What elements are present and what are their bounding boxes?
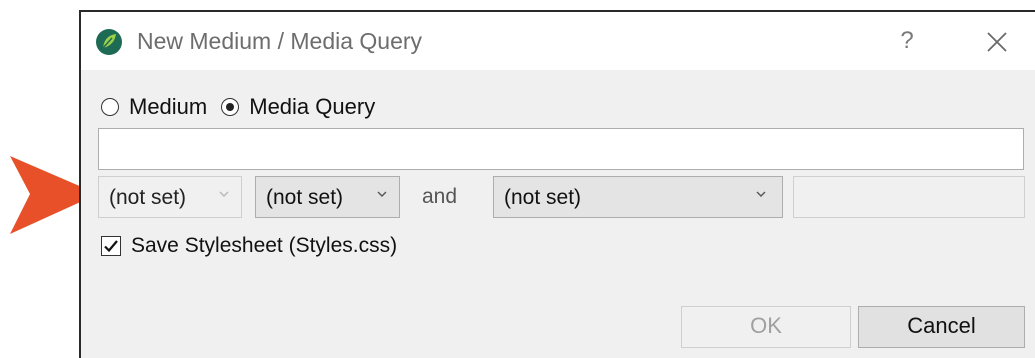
checkmark-icon — [104, 240, 118, 253]
modifier-select-value: (not set) — [109, 186, 187, 209]
mode-radio-group: Medium Media Query — [101, 94, 389, 120]
media-type-select-value: (not set) — [266, 186, 344, 209]
chevron-down-icon — [377, 191, 387, 197]
title-bar: New Medium / Media Query ? — [81, 12, 1035, 70]
media-query-radio-label[interactable]: Media Query — [249, 94, 375, 120]
ok-button[interactable]: OK — [681, 306, 851, 348]
chevron-down-icon — [756, 191, 766, 197]
help-button[interactable]: ? — [893, 24, 921, 58]
save-stylesheet-label[interactable]: Save Stylesheet (Styles.css) — [131, 234, 397, 258]
save-stylesheet-checkbox[interactable] — [101, 236, 121, 256]
medium-radio[interactable] — [101, 98, 119, 116]
close-icon[interactable] — [983, 28, 1011, 56]
dialog-title: New Medium / Media Query — [137, 28, 423, 54]
media-query-radio[interactable] — [221, 98, 240, 116]
modifier-select[interactable]: (not set) — [98, 176, 242, 218]
media-feature-select[interactable]: (not set) — [493, 176, 783, 218]
and-label: and — [422, 185, 458, 208]
medium-radio-label[interactable]: Medium — [129, 94, 207, 120]
save-stylesheet-row: Save Stylesheet (Styles.css) — [101, 234, 397, 260]
media-feature-select-value: (not set) — [504, 186, 582, 209]
feature-value-input[interactable] — [793, 176, 1025, 218]
chevron-down-icon — [219, 191, 229, 197]
new-medium-dialog: New Medium / Media Query ? Medium Media Q… — [79, 10, 1035, 358]
media-type-select[interactable]: (not set) — [255, 176, 400, 218]
madcap-leaf-icon — [96, 29, 122, 55]
media-query-input[interactable] — [98, 128, 1024, 170]
cancel-button[interactable]: Cancel — [858, 306, 1025, 348]
